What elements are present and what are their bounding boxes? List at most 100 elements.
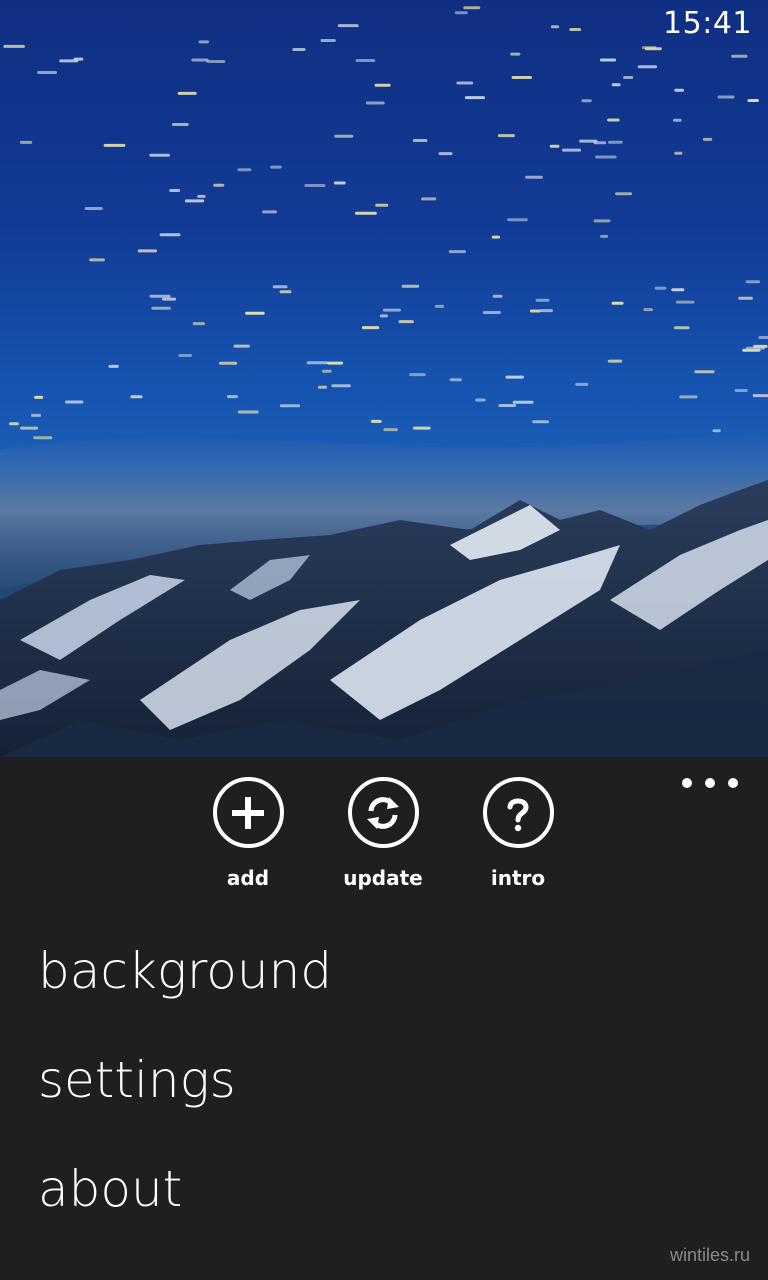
star-trail — [731, 54, 748, 58]
star-trail — [510, 52, 521, 56]
star-trail — [279, 404, 301, 408]
star-trail — [497, 134, 515, 138]
menu-item-about[interactable]: about — [38, 1155, 332, 1264]
star-trail — [717, 95, 735, 99]
star-trail — [333, 181, 346, 185]
star-trail — [745, 280, 761, 284]
star-trail — [370, 419, 382, 423]
star-trail — [191, 58, 209, 62]
star-trail — [671, 288, 685, 292]
star-trail — [337, 24, 359, 28]
appbar-menu: background settings about — [38, 937, 332, 1264]
star-trails — [3, 6, 768, 440]
star-trail — [532, 420, 549, 424]
star-trail — [448, 250, 466, 254]
star-trail — [549, 144, 560, 148]
star-trail — [20, 426, 38, 430]
star-trail — [9, 422, 19, 426]
menu-item-settings[interactable]: settings — [38, 1046, 332, 1155]
star-trail — [262, 210, 277, 214]
star-trail — [334, 134, 354, 138]
appbar-icon-buttons: add update intro — [0, 777, 768, 897]
star-trail — [237, 410, 259, 414]
star-trail — [674, 88, 684, 92]
star-trail — [525, 175, 543, 179]
star-trail — [550, 25, 560, 29]
star-trail — [637, 65, 658, 69]
star-trail — [673, 326, 690, 330]
star-trail — [511, 76, 532, 79]
star-trail — [611, 301, 624, 305]
star-trail — [206, 60, 226, 63]
star-trail — [593, 219, 611, 223]
star-trail — [355, 211, 377, 215]
star-trail — [581, 99, 592, 103]
star-trail — [608, 140, 623, 144]
star-trail — [412, 426, 431, 430]
star-trail — [539, 309, 553, 313]
star-trail — [734, 389, 748, 392]
star-trail — [600, 234, 609, 238]
star-trail — [171, 123, 189, 126]
star-trail — [449, 378, 462, 382]
star-trail — [178, 354, 193, 357]
star-trail — [535, 298, 550, 302]
star-trail — [3, 44, 26, 48]
star-trail — [149, 153, 170, 157]
question-icon — [482, 777, 554, 848]
star-trail — [454, 11, 468, 15]
watermark: wintiles.ru — [669, 1245, 750, 1265]
star-trail — [374, 83, 391, 87]
star-trail — [279, 290, 292, 294]
star-trail — [505, 375, 524, 379]
star-trail — [421, 197, 437, 201]
star-trail — [365, 101, 385, 105]
star-trail — [130, 395, 143, 399]
status-bar-time: 15:41 — [663, 6, 752, 41]
star-trail — [615, 192, 633, 196]
star-trail — [37, 71, 57, 74]
star-trail — [137, 249, 157, 253]
update-button[interactable]: update — [328, 777, 438, 890]
star-trail — [456, 81, 474, 85]
star-trail — [507, 218, 528, 222]
star-trail — [529, 309, 541, 313]
menu-item-background[interactable]: background — [38, 937, 332, 1046]
star-trail — [331, 384, 351, 388]
star-trail — [192, 322, 205, 326]
star-trail — [643, 308, 653, 312]
star-trail — [59, 59, 79, 63]
star-trail — [679, 395, 698, 399]
star-trail — [233, 344, 250, 348]
star-trail — [738, 296, 753, 300]
star-trail — [169, 189, 181, 192]
star-trail — [103, 143, 126, 147]
update-label: update — [343, 866, 423, 890]
star-trail — [19, 140, 33, 144]
star-trail — [434, 304, 445, 308]
star-trail — [379, 314, 388, 318]
star-trail — [184, 199, 205, 203]
star-trail — [322, 369, 332, 373]
star-trail — [89, 258, 105, 262]
star-trail — [482, 311, 501, 314]
add-button[interactable]: add — [193, 777, 303, 890]
star-trail — [34, 395, 44, 399]
plus-icon — [212, 777, 284, 848]
star-trail — [177, 91, 197, 95]
star-trail — [746, 346, 765, 350]
star-trail — [492, 294, 503, 298]
intro-button[interactable]: intro — [463, 777, 573, 890]
star-trail — [623, 76, 634, 79]
star-trail — [198, 40, 209, 44]
star-trail — [375, 203, 389, 207]
star-trail — [607, 118, 620, 122]
star-trail — [672, 118, 682, 122]
star-trail — [383, 428, 398, 432]
star-trail — [226, 395, 238, 399]
mountain-night-scene — [0, 6, 768, 757]
star-trail — [237, 168, 252, 172]
star-trail — [475, 398, 486, 402]
star-trail — [600, 58, 616, 62]
star-trail — [84, 207, 103, 210]
